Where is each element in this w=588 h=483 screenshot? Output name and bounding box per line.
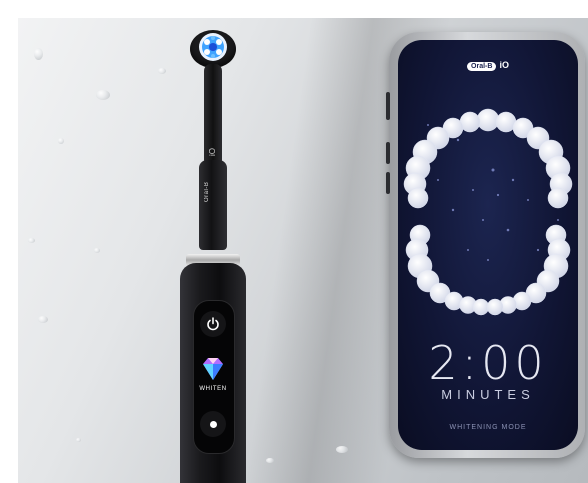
water-droplet [94, 248, 100, 253]
water-droplet [34, 48, 43, 60]
water-droplet [58, 138, 64, 144]
timer-unit-label: MINUTES [441, 387, 535, 402]
mode-label: WHITEN [199, 386, 227, 392]
water-droplet [158, 68, 166, 74]
water-droplet [38, 316, 48, 323]
water-droplet [266, 458, 274, 463]
power-icon [207, 317, 219, 331]
neck-series-label: iO [208, 148, 217, 156]
mode-button[interactable] [200, 411, 226, 437]
phone-side-button [386, 172, 390, 194]
phone-side-button [386, 142, 390, 164]
water-droplet [28, 238, 35, 243]
water-droplet [76, 438, 81, 442]
brand-suffix: iO [499, 60, 509, 70]
diamond-icon [203, 358, 223, 380]
product-scene: iO Oral-B WHITEN Oral-B iO 2:00 MINUTES … [0, 0, 588, 483]
phone-screen: Oral-B iO 2:00 MINUTES WHITENING MODE [398, 40, 578, 450]
mode-dot-icon [209, 420, 217, 428]
power-button[interactable] [200, 311, 226, 337]
water-droplet [96, 90, 110, 100]
teeth-map-icon [403, 108, 573, 316]
phone-side-button [386, 92, 390, 120]
water-droplet [336, 446, 348, 453]
bristle-head-icon [199, 33, 227, 61]
brushing-timer: 2:00 [428, 336, 548, 390]
brushing-mode-label: WHITENING MODE [449, 424, 527, 431]
brand-pill: Oral-B [467, 62, 497, 71]
neck-brand-logo: Oral-B [204, 181, 210, 203]
app-brand-logo: Oral-B iO [398, 60, 578, 71]
